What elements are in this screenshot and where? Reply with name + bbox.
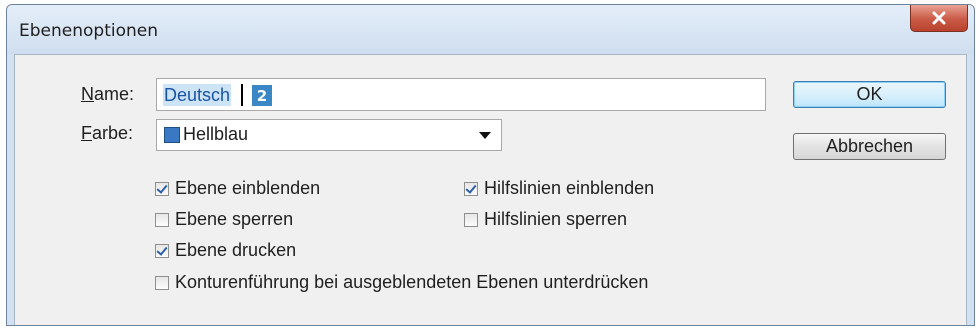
checkbox-label: Ebene einblenden [175,178,321,198]
color-swatch [164,127,180,143]
color-select-value: Hellblau [183,124,249,144]
text-caret [241,84,243,106]
checkbox-checked [464,181,478,196]
name-input[interactable]: Deutsch 2 [156,78,766,111]
checkbox-checked [155,243,169,258]
name-label: Name: [81,84,135,104]
checkbox-label: Ebene sperren [175,209,294,229]
checkbox-lock-layer[interactable]: Ebene sperren [155,209,293,230]
name-input-value: Deutsch [163,84,232,106]
checkbox-show-guides[interactable]: Hilfslinien einblenden [464,178,654,199]
ok-button[interactable]: OK [793,81,946,108]
color-label: Farbe: [81,123,134,143]
chevron-down-icon [479,132,491,139]
checkbox-lock-guides[interactable]: Hilfslinien sperren [464,209,627,230]
checkbox-checked [155,181,169,196]
checkbox-label: Ebene drucken [175,240,297,260]
title-bar[interactable]: Ebenenoptionen [7,5,974,54]
close-icon [932,11,946,25]
dialog-title: Ebenenoptionen [19,21,158,41]
close-button[interactable] [910,5,968,32]
color-select[interactable]: Hellblau [156,119,502,151]
layer-options-dialog: Ebenenoptionen Name: Deutsch 2 Farbe: He… [6,4,975,326]
checkbox-unchecked [464,212,478,227]
step-badge: 2 [252,85,272,106]
checkbox-label: Hilfslinien sperren [484,209,628,229]
checkbox-print-layer[interactable]: Ebene drucken [155,240,296,261]
checkbox-show-layer[interactable]: Ebene einblenden [155,178,320,199]
checkbox-unchecked [155,212,169,227]
checkbox-unchecked [155,275,169,290]
checkbox-label: Hilfslinien einblenden [484,178,655,198]
cancel-button[interactable]: Abbrechen [793,133,946,160]
checkbox-suppress-text-wrap[interactable]: Konturenführung bei ausgeblendeten Ebene… [155,272,648,293]
dialog-body: Name: Deutsch 2 Farbe: Hellblau OK Abbre… [14,54,967,325]
checkbox-label: Konturenführung bei ausgeblendeten Ebene… [175,272,649,292]
